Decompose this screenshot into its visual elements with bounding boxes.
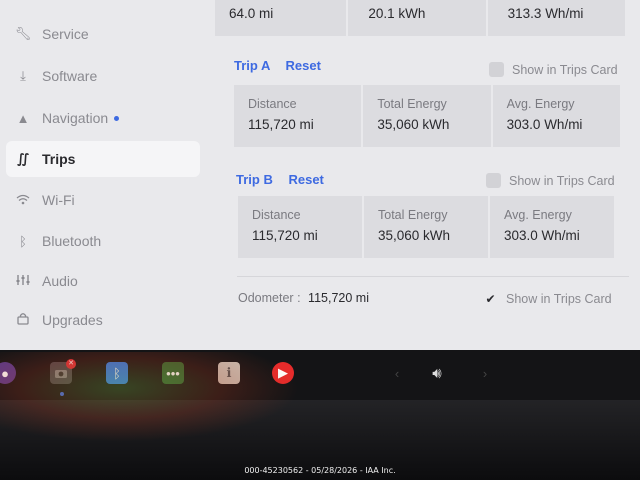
trip-a-header: Trip A Reset — [234, 58, 321, 73]
sidebar-item-label: Upgrades — [42, 312, 103, 328]
odometer-value: 115,720 mi — [308, 291, 369, 305]
stat-value: 115,720 mi — [248, 117, 314, 132]
show-card-label: Show in Trips Card — [506, 291, 612, 306]
prev-arrow-icon[interactable]: ‹ — [386, 362, 408, 384]
sidebar-item-wifi[interactable]: Wi-Fi — [6, 182, 200, 218]
sidebar-item-service[interactable]: 🔧︎ Service — [6, 16, 200, 52]
odometer-label: Odometer — [238, 291, 294, 305]
trip-a-stats: Distance 115,720 mi Total Energy 35,060 … — [234, 85, 620, 147]
stat-label: Distance — [248, 97, 297, 111]
stat-value: 20.1 kWh — [368, 6, 426, 21]
sidebar-item-upgrades[interactable]: Upgrades — [6, 302, 200, 338]
sidebar-item-label: Navigation — [42, 110, 109, 126]
settings-screen: 🔧︎ Service ⤓ Software ▲ Navigation ∬ Tri… — [0, 0, 640, 350]
stat-value: 313.3 Wh/mi — [507, 6, 584, 21]
stat-value: 115,720 mi — [252, 228, 318, 243]
sidebar-item-trips[interactable]: ∬ Trips — [6, 141, 200, 177]
sidebar-item-bluetooth[interactable]: ᛒ Bluetooth — [6, 223, 200, 259]
stat-value: 35,060 kWh — [378, 228, 451, 243]
sidebar-item-audio[interactable]: Audio — [6, 263, 200, 299]
odometer-checkbox-checked[interactable]: ✔ — [483, 291, 498, 306]
sidebar-item-software[interactable]: ⤓ Software — [6, 58, 200, 94]
trip-b-avg-energy: Avg. Energy 303.0 Wh/mi — [490, 196, 614, 258]
trip-b-title: Trip B — [236, 172, 273, 187]
trip-a-show-in-card-toggle[interactable]: Show in Trips Card — [489, 62, 618, 77]
wrench-icon: 🔧︎ — [14, 26, 32, 41]
screen-reflection — [0, 352, 300, 442]
odometer-separator: : — [297, 291, 301, 305]
trip-a-title: Trip A — [234, 58, 270, 73]
download-icon: ⤓ — [20, 68, 26, 83]
stat-label: Avg. Energy — [506, 97, 575, 111]
odometer-readout: Odometer : 115,720 mi — [238, 291, 369, 305]
lock-bag-icon — [8, 312, 38, 328]
trip-a-reset-button[interactable]: Reset — [286, 58, 321, 73]
sidebar-item-label: Audio — [42, 273, 78, 289]
odometer-show-in-card-toggle[interactable]: ✔ Show in Trips Card — [483, 291, 612, 306]
stat-avg: 313.3 Wh/mi — [488, 0, 625, 36]
volume-icon[interactable]: 🔊︎ — [426, 362, 448, 384]
stat-label: Total Energy — [377, 97, 447, 111]
stat-value: 64.0 mi — [229, 6, 274, 21]
sidebar-item-label: Software — [42, 68, 98, 84]
trip-a-avg-energy: Avg. Energy 303.0 Wh/mi — [493, 85, 620, 147]
sidebar-item-label: Bluetooth — [42, 233, 102, 249]
wifi-icon — [8, 193, 38, 208]
stat-value: 303.0 Wh/mi — [506, 117, 583, 132]
notification-dot — [114, 115, 120, 121]
next-arrow-icon[interactable]: › — [474, 362, 496, 384]
trip-b-checkbox[interactable] — [486, 173, 501, 188]
bluetooth-icon: ᛒ — [19, 233, 27, 249]
stat-label: Total Energy — [378, 208, 448, 222]
trip-b-show-in-card-toggle[interactable]: Show in Trips Card — [486, 173, 615, 188]
stat-energy: 20.1 kWh — [348, 0, 488, 36]
stat-distance: 64.0 mi — [215, 0, 349, 36]
trip-b-reset-button[interactable]: Reset — [288, 172, 323, 187]
equalizer-icon — [8, 274, 38, 289]
stat-value: 303.0 Wh/mi — [504, 228, 580, 243]
recent-drive-stats: 64.0 mi 20.1 kWh 313.3 Wh/mi — [215, 0, 625, 36]
sidebar-item-label: Wi-Fi — [42, 192, 75, 208]
trip-b-header: Trip B Reset — [236, 172, 324, 187]
trips-panel: 64.0 mi 20.1 kWh 313.3 Wh/mi Trip A Rese… — [215, 0, 640, 350]
navigation-arrow-icon: ▲ — [16, 110, 30, 126]
divider — [237, 276, 629, 277]
trip-b-stats: Distance 115,720 mi Total Energy 35,060 … — [238, 196, 614, 258]
stat-value: 35,060 kWh — [377, 117, 450, 132]
trip-b-distance: Distance 115,720 mi — [238, 196, 364, 258]
sidebar-item-label: Service — [42, 26, 89, 42]
show-card-label: Show in Trips Card — [509, 173, 615, 188]
stat-label: Avg. Energy — [504, 208, 572, 222]
sidebar-item-label: Trips — [42, 151, 76, 167]
trip-a-distance: Distance 115,720 mi — [234, 85, 364, 147]
trips-route-icon: ∬ — [16, 151, 30, 166]
trip-a-checkbox[interactable] — [489, 62, 504, 77]
trip-a-total-energy: Total Energy 35,060 kWh — [363, 85, 493, 147]
trip-b-total-energy: Total Energy 35,060 kWh — [364, 196, 490, 258]
settings-sidebar: 🔧︎ Service ⤓ Software ▲ Navigation ∬ Tri… — [0, 0, 215, 350]
stat-label: Distance — [252, 208, 301, 222]
sidebar-item-navigation[interactable]: ▲ Navigation — [6, 100, 200, 136]
photo-caption: 000-45230562 - 05/28/2026 - IAA Inc. — [244, 466, 396, 475]
show-card-label: Show in Trips Card — [512, 62, 618, 77]
